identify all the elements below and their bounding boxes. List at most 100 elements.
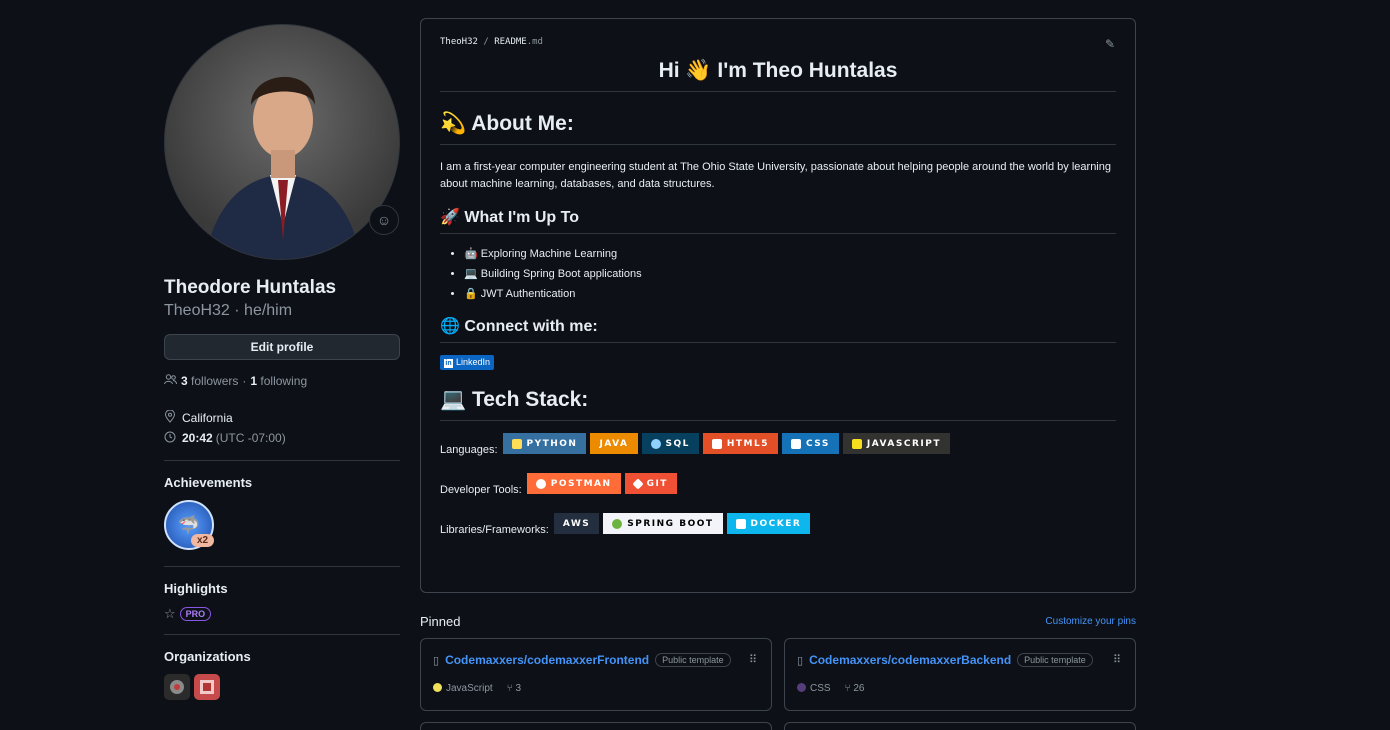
fork-count: 3 [515, 683, 522, 694]
fork-icon: ⑂ [844, 683, 851, 694]
tools-row: Developer Tools: POSTMAN GIT [440, 473, 1116, 496]
follow-stats: 3 followers · 1 following [164, 374, 400, 388]
avatar-photo [205, 76, 361, 259]
profile-full-name: Theodore Huntalas [164, 277, 337, 298]
connect-heading: 🌐 Connect with me: [440, 316, 1116, 343]
org-avatar-secondary[interactable] [194, 674, 220, 700]
badge-label: GIT [646, 478, 668, 489]
set-status-button[interactable]: ☺ [369, 205, 399, 235]
customize-pins-link[interactable]: Customize your pins [1045, 616, 1136, 627]
divider [164, 566, 400, 567]
git-badge[interactable]: GIT [624, 473, 677, 494]
linkedin-icon: in [444, 359, 453, 368]
list-item: 💻 Building Spring Boot applications [464, 264, 1116, 284]
divider [164, 460, 400, 461]
pinned-repo-card [420, 722, 772, 730]
location-text: California [182, 411, 233, 425]
repo-forks[interactable]: ⑂ 3 [507, 683, 521, 694]
readme-card: TheoH32 / README.md ✎ Hi 👋 I'm Theo Hunt… [420, 18, 1136, 593]
location-row: California [164, 408, 400, 428]
followers-link[interactable]: 3 followers [181, 374, 238, 388]
python-badge[interactable]: PYTHON [502, 433, 587, 454]
language-name: CSS [810, 683, 831, 694]
html5-badge[interactable]: HTML5 [702, 433, 778, 454]
spring-icon [612, 518, 623, 529]
org-avatar-codemaxxers[interactable] [164, 674, 190, 700]
shark-icon: 🦈 [177, 514, 201, 535]
badge-label: HTML5 [726, 438, 769, 449]
badge-label: AWS [562, 518, 591, 529]
pinned-repo-header: ▯ Codemaxxers/codemaxxerFrontend Public … [433, 653, 759, 667]
readme-path: TheoH32 / README.md [440, 37, 1116, 47]
divider [164, 634, 400, 635]
following-link[interactable]: 1 following [250, 374, 307, 388]
achievement-badge-pull-shark[interactable]: 🦈 x2 [164, 500, 215, 550]
drag-handle-icon[interactable]: ⠿ [749, 653, 757, 666]
css-badge[interactable]: CSS [782, 433, 839, 454]
upto-list: 🤖 Exploring Machine Learning 💻 Building … [440, 244, 1116, 304]
readme-owner-link[interactable]: TheoH32 [440, 37, 478, 47]
repo-link[interactable]: Codemaxxers/codemaxxerBackend [809, 653, 1011, 667]
readme-file-link[interactable]: README.md [494, 37, 543, 47]
javascript-badge[interactable]: JAVASCRIPT [842, 433, 950, 454]
java-badge[interactable]: JAVA [590, 433, 638, 454]
readme-file-base: README [494, 37, 527, 47]
postman-badge[interactable]: POSTMAN [526, 473, 621, 494]
language-color-dot [433, 683, 442, 692]
list-item: 🤖 Exploring Machine Learning [464, 244, 1116, 264]
avatar[interactable] [164, 24, 400, 260]
badge-label: SQL [665, 438, 690, 449]
pinned-header: Pinned Customize your pins [420, 614, 1136, 629]
libraries-row: Libraries/Frameworks: AWS SPRING BOOT DO… [440, 513, 1116, 536]
edit-readme-pencil-icon[interactable]: ✎ [1105, 37, 1115, 51]
about-text: I am a first-year computer engineering s… [440, 161, 1111, 190]
followers-label: followers [191, 374, 239, 388]
linkedin-badge[interactable]: in LinkedIn [440, 355, 495, 370]
drag-handle-icon[interactable]: ⠿ [1113, 653, 1121, 666]
repo-language: JavaScript [433, 683, 493, 694]
badge-label: JAVASCRIPT [866, 438, 941, 449]
achievements-title[interactable]: Achievements [164, 475, 400, 490]
local-time: 20:42 [182, 431, 213, 445]
repo-forks[interactable]: ⑂ 26 [845, 683, 865, 694]
language-color-dot [797, 683, 806, 692]
list-item: 🔒 JWT Authentication [464, 284, 1116, 304]
postman-icon [535, 478, 546, 489]
timezone: (UTC -07:00) [215, 431, 286, 445]
edit-profile-button[interactable]: Edit profile [164, 334, 400, 360]
tools-label: Developer Tools: [440, 484, 522, 496]
profile-username: TheoH32 · he/him [164, 302, 293, 319]
visibility-pill: Public template [655, 653, 731, 667]
repo-template-icon: ▯ [433, 654, 440, 667]
repo-meta: CSS ⑂ 26 [797, 683, 1123, 694]
languages-label: Languages: [440, 444, 498, 456]
badge-label: PYTHON [526, 438, 578, 449]
pinned-repo-card: ▯ Codemaxxers/codemaxxerFrontend Public … [420, 638, 772, 711]
pro-badge[interactable]: PRO [179, 607, 212, 621]
spring-boot-badge[interactable]: SPRING BOOT [603, 513, 723, 534]
readme-hero-heading: Hi 👋 I'm Theo Huntalas [440, 59, 1116, 92]
readme-file-ext: .md [526, 37, 543, 47]
linkedin-label: LinkedIn [456, 357, 491, 367]
profile-page: ☺ Theodore Huntalas TheoH32 · he/him Edi… [0, 0, 1390, 730]
follow-separator: · [242, 374, 247, 388]
aws-badge[interactable]: AWS [553, 513, 600, 534]
avatar-container: ☺ [164, 24, 400, 260]
followers-count: 3 [181, 374, 188, 388]
badge-label: JAVA [599, 438, 629, 449]
location-pin-icon [164, 409, 176, 426]
highlights-title: Highlights [164, 581, 228, 596]
pinned-repo-header: ▯ Codemaxxers/codemaxxerBackend Public t… [797, 653, 1123, 667]
about-heading: 💫 About Me: [440, 112, 1116, 145]
css3-icon [791, 438, 801, 449]
pinned-repo-card [784, 722, 1136, 730]
visibility-pill: Public template [1017, 653, 1093, 667]
docker-badge[interactable]: DOCKER [726, 513, 811, 534]
language-name: JavaScript [446, 683, 493, 694]
sql-badge[interactable]: SQL [641, 433, 699, 454]
achievement-multiplier: x2 [191, 534, 215, 547]
repo-link[interactable]: Codemaxxers/codemaxxerFrontend [445, 653, 649, 667]
database-icon [650, 438, 661, 449]
javascript-icon [851, 438, 862, 449]
smiley-icon: ☺ [376, 212, 392, 228]
